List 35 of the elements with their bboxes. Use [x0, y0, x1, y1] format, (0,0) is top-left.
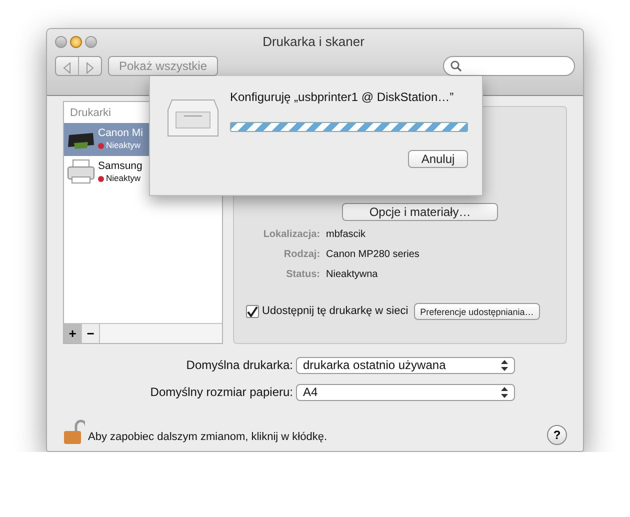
lock-icon[interactable] [63, 419, 85, 445]
zoom-window-icon[interactable] [85, 36, 97, 48]
search-icon [450, 60, 462, 72]
sharing-preferences-button[interactable]: Preferencje udostępniania… [414, 303, 540, 320]
popup-label: Domyślna drukarka: [185, 357, 293, 374]
printer-icon [66, 159, 96, 185]
remove-button[interactable]: − [82, 324, 100, 343]
help-button[interactable]: ? [547, 425, 567, 445]
printer-status: Nieaktyw [106, 140, 140, 151]
share-checkbox[interactable] [246, 305, 260, 318]
printer-name: Canon Mi [98, 127, 143, 140]
close-window-icon[interactable] [55, 36, 67, 48]
window-title: Drukarka i skaner [262, 32, 366, 51]
status-dot-icon [98, 176, 104, 182]
field-label: Status: [285, 268, 320, 282]
options-button[interactable]: Opcje i materiały… [342, 203, 498, 221]
minimize-window-icon[interactable] [70, 36, 82, 48]
printer-name: Samsung [98, 160, 142, 173]
field-value: Canon MP280 series [326, 248, 420, 262]
sheet-title: Konfiguruję „usbprinter1 @ DiskStation…” [230, 89, 455, 106]
field-value: Nieaktywna [326, 268, 378, 282]
popup-menu[interactable]: A4 [296, 384, 515, 400]
field-label: Lokalizacja: [262, 228, 320, 242]
list-heading: Drukarki [69, 106, 112, 121]
search-field[interactable] [443, 56, 575, 76]
lock-message: Aby zapobiec dalszym zmianom, kliknij w kłódkę. [88, 430, 328, 444]
printer-status: Nieaktyw [106, 173, 140, 184]
popup-label: Domyślny rozmiar papieru: [149, 384, 293, 401]
status-dot-icon [98, 142, 104, 148]
share-label: Udostępnij tę drukarkę w sieci [262, 304, 408, 320]
popup-menu[interactable]: drukarka ostatnio używana [296, 356, 515, 374]
cancel-button[interactable]: Anuluj [408, 150, 468, 168]
field-value: mbfascik [326, 228, 366, 242]
add-button[interactable]: + [64, 324, 82, 343]
field-label: Rodzaj: [282, 248, 320, 262]
